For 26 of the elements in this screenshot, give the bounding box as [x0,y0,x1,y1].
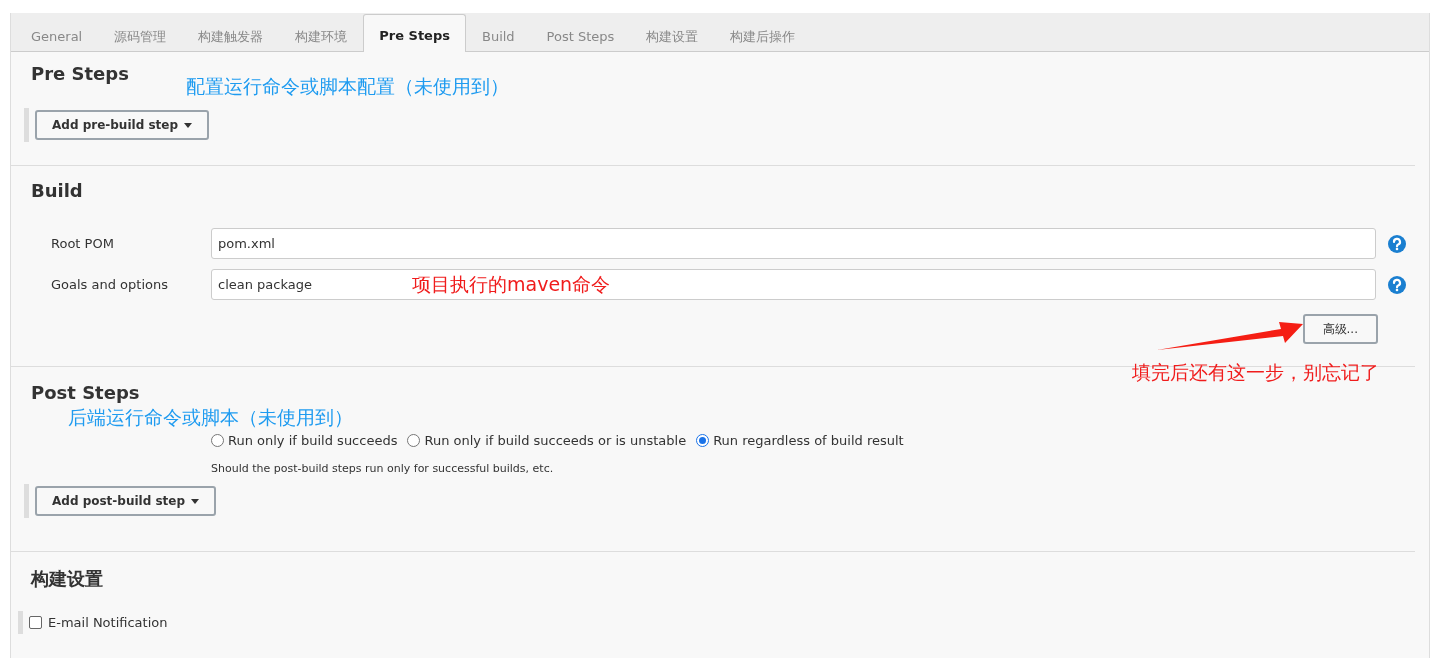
caret-icon [191,498,200,504]
add-post-build-step-button[interactable]: Add post-build step [35,486,217,516]
help-icon[interactable] [1388,275,1406,294]
checkbox[interactable] [29,616,42,629]
annotation-text: 填完后还有这一步，别忘记了 [1132,360,1379,385]
add-pre-build-step-button[interactable]: Add pre-build step [35,110,209,140]
field-label: Root POM [50,236,115,251]
caret-icon [184,122,192,128]
help-icon[interactable] [1388,234,1406,253]
section-heading: 构建设置 [29,567,103,591]
checkbox-label: E-mail Notification [48,615,168,630]
radio-option[interactable]: Run only if build succeeds [211,433,398,448]
radio-option[interactable]: Run regardless of build result [696,433,904,448]
field-label: Goals and options [50,277,169,292]
text-field[interactable]: clean package 项目执行的maven命令 [211,269,1376,300]
help-text: Should the post-build steps run only for successful builds, etc. [210,462,555,475]
section-heading: Build [30,179,83,201]
section-heading: Post Steps [30,381,140,403]
annotation-text: 项目执行的maven命令 [412,271,611,297]
radio-option[interactable]: Run only if build succeeds or is unstable [407,433,687,448]
annotation-text: 配置运行命令或脚本配置（未使用到） [185,74,509,99]
advanced-button[interactable]: 高级... [1302,314,1378,344]
tab[interactable]: Pre Steps [363,14,466,52]
text-field[interactable]: pom.xml [211,228,1376,259]
section-heading: Pre Steps [30,63,129,84]
annotation-text: 后端运行命令或脚本（未使用到） [67,405,353,430]
